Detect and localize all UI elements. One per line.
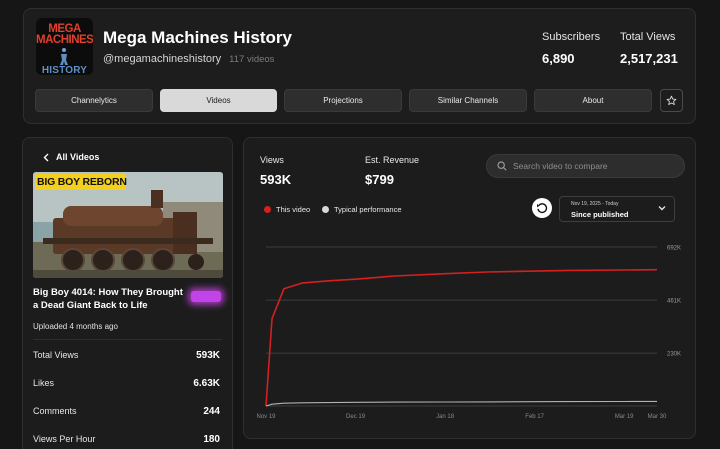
x-tick-label: Nov 19 bbox=[256, 414, 276, 420]
metric-comments: Comments 244 bbox=[33, 406, 220, 417]
metric-likes: Likes 6.63K bbox=[33, 378, 220, 389]
total-views-value: 2,517,231 bbox=[620, 51, 678, 66]
metric-label: Views Per Hour bbox=[33, 434, 96, 444]
upload-time: Uploaded 4 months ago bbox=[33, 322, 118, 331]
y-tick-label: 230K bbox=[667, 352, 681, 358]
logo-text-bottom: HISTORY bbox=[41, 65, 88, 75]
star-icon bbox=[666, 95, 677, 105]
tab-videos[interactable]: Videos bbox=[160, 89, 277, 112]
channel-name: Mega Machines History bbox=[103, 28, 292, 47]
back-label: All Videos bbox=[56, 152, 100, 162]
y-tick-label: 692K bbox=[667, 246, 681, 252]
channel-header: MEGA MACHINES HISTORY Mega Machines Hist… bbox=[23, 8, 696, 124]
video-detail-panel: All Videos BIG BOY REBORN Big Boy 4014: … bbox=[22, 137, 233, 449]
chevron-left-icon bbox=[43, 153, 49, 161]
metric-label: Likes bbox=[33, 378, 55, 388]
total-views-label: Total Views bbox=[620, 31, 676, 43]
divider bbox=[33, 339, 222, 340]
metric-label: Comments bbox=[33, 406, 77, 416]
metric-views-per-hour: Views Per Hour 180 bbox=[33, 434, 220, 445]
subscribers-value: 6,890 bbox=[542, 51, 575, 66]
tab-projections[interactable]: Projections bbox=[284, 89, 402, 112]
channel-handle: @megamachineshistory bbox=[103, 53, 222, 65]
metric-value: 244 bbox=[203, 406, 220, 417]
video-thumbnail[interactable]: BIG BOY REBORN bbox=[33, 172, 223, 278]
highlight-badge bbox=[191, 291, 221, 302]
tab-similar-channels[interactable]: Similar Channels bbox=[409, 89, 527, 112]
series-this-video-line bbox=[265, 268, 658, 407]
x-tick-label: Mar 30 bbox=[648, 414, 667, 420]
metric-label: Total Views bbox=[33, 350, 79, 360]
series-typical-line bbox=[265, 400, 658, 407]
x-tick-label: Feb 17 bbox=[525, 414, 544, 420]
metric-value: 593K bbox=[196, 350, 220, 361]
views-chart[interactable]: 230K 461K 692K Nov 19 Dec 19 Jan 18 Feb 17 Mar … bbox=[244, 138, 695, 438]
thumbnail-caption: BIG BOY REBORN bbox=[37, 176, 127, 188]
channel-logo[interactable]: MEGA MACHINES HISTORY bbox=[36, 18, 93, 75]
logo-text-top: MEGA MACHINES bbox=[36, 23, 93, 46]
x-tick-label: Mar 19 bbox=[615, 414, 634, 420]
x-tick-label: Dec 19 bbox=[346, 414, 366, 420]
channel-handle-row: @megamachineshistory 117 videos bbox=[103, 53, 274, 65]
metric-value: 6.63K bbox=[193, 378, 220, 389]
video-title: Big Boy 4014: How They Brought a Dead Gi… bbox=[33, 287, 183, 311]
y-tick-label: 461K bbox=[667, 299, 681, 305]
subscribers-label: Subscribers bbox=[542, 31, 601, 43]
back-to-all-videos[interactable]: All Videos bbox=[43, 152, 99, 162]
video-count: 117 videos bbox=[229, 54, 275, 65]
logo-figure-icon bbox=[60, 48, 68, 65]
tab-channelytics[interactable]: Channelytics bbox=[35, 89, 153, 112]
tab-about[interactable]: About bbox=[534, 89, 652, 112]
x-tick-label: Jan 18 bbox=[436, 414, 455, 420]
performance-panel: Views 593K Est. Revenue $799 This video … bbox=[243, 137, 696, 439]
metric-value: 180 bbox=[203, 434, 220, 445]
metric-total-views: Total Views 593K bbox=[33, 350, 220, 361]
favorite-button[interactable] bbox=[660, 89, 683, 112]
